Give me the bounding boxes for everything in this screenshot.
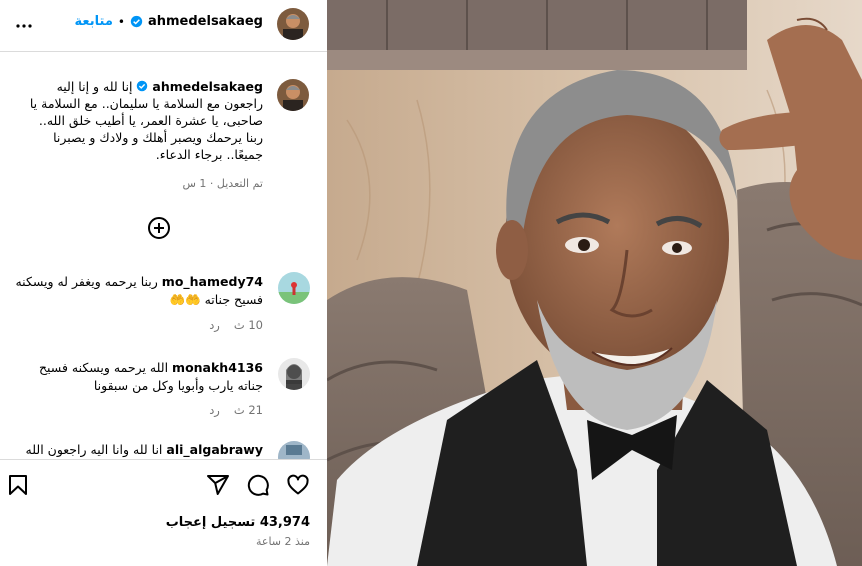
comment-body: انا لله وانا اليه راجعون الله bbox=[25, 442, 163, 457]
avatar[interactable] bbox=[277, 79, 309, 111]
avatar[interactable] bbox=[278, 358, 310, 390]
caption-text: ahmedelsakaeg إنا لله و إنا إليه راجعون … bbox=[21, 78, 263, 163]
post-time: منذ 2 ساعة bbox=[255, 535, 310, 548]
comment-likes: 21 ث bbox=[233, 403, 263, 417]
comment-username[interactable]: ali_algabrawy bbox=[166, 442, 263, 457]
comment-likes: 10 ث bbox=[233, 318, 263, 332]
avatar[interactable] bbox=[278, 441, 310, 459]
share-icon[interactable] bbox=[206, 473, 230, 497]
post-username[interactable]: ahmedelsakaeg bbox=[148, 14, 263, 29]
avatar[interactable] bbox=[278, 272, 310, 304]
reply-button[interactable]: رد bbox=[209, 318, 220, 332]
comment-meta: 21 ث رد bbox=[209, 403, 263, 417]
reply-button[interactable]: رد bbox=[209, 403, 220, 417]
comment-icon[interactable] bbox=[246, 473, 270, 497]
comment-meta: 10 ث رد bbox=[209, 318, 263, 332]
comment-item: ali_algabrawy انا لله وانا اليه راجعون ا… bbox=[0, 440, 327, 459]
comment-text: monakh4136 الله يرحمه ويسكنه فسيح جناته … bbox=[13, 359, 263, 395]
save-icon[interactable] bbox=[6, 473, 30, 497]
avatar[interactable] bbox=[277, 8, 309, 40]
post-image bbox=[327, 0, 862, 566]
comment-text: mo_hamedy74 ربنا يرحمه ويغفر له ويسكنه ف… bbox=[13, 273, 263, 309]
header-line: متابعة • ahmedelsakaeg bbox=[75, 14, 263, 29]
verified-icon bbox=[137, 80, 148, 92]
post-sidebar: متابعة • ahmedelsakaeg ahmedelsakaeg إنا… bbox=[0, 0, 327, 566]
like-count[interactable]: 43,974 تسجيل إعجاب bbox=[166, 515, 310, 530]
more-icon[interactable] bbox=[12, 14, 36, 38]
comment-username[interactable]: monakh4136 bbox=[172, 360, 263, 375]
verified-icon bbox=[130, 15, 143, 28]
add-comment-icon[interactable] bbox=[147, 216, 171, 240]
post-header: متابعة • ahmedelsakaeg bbox=[0, 0, 327, 52]
comment-username[interactable]: mo_hamedy74 bbox=[162, 274, 263, 289]
separator-dot: • bbox=[117, 14, 125, 29]
follow-button[interactable]: متابعة bbox=[75, 14, 113, 29]
caption-username[interactable]: ahmedelsakaeg bbox=[152, 79, 263, 94]
caption-edited-time: تم التعديل · 1 س bbox=[182, 177, 263, 190]
heart-icon[interactable] bbox=[286, 473, 310, 497]
comment-text: ali_algabrawy انا لله وانا اليه راجعون ا… bbox=[13, 441, 263, 459]
post-actions: 43,974 تسجيل إعجاب منذ 2 ساعة bbox=[0, 459, 327, 566]
